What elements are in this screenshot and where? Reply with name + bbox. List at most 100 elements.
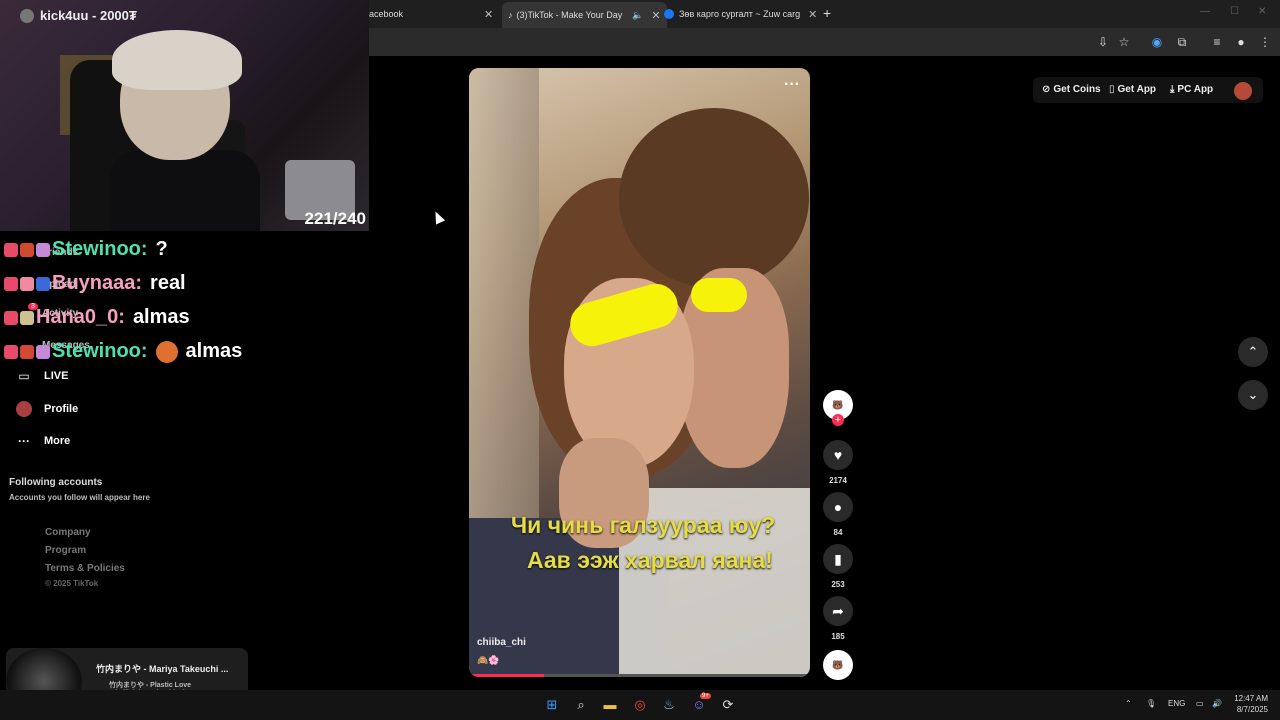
profile-avatar-icon[interactable]: ● <box>1234 35 1248 49</box>
og-badge-icon <box>20 344 34 359</box>
footer-link-terms[interactable]: Terms & Policies <box>45 563 125 574</box>
heart-badge-icon <box>20 276 34 291</box>
sidebar-item-label: Profile <box>44 403 79 415</box>
like-button[interactable]: ♥ <box>823 440 853 470</box>
display-icon[interactable]: ▭ <box>1196 699 1204 708</box>
tab-label: Зөв карго сургалт ~ Zuw carg <box>679 9 801 19</box>
music-disc[interactable]: 🐻 <box>823 650 853 680</box>
sidebar-item-more[interactable]: ··· More <box>14 434 70 448</box>
streamer-name: kick4uu - 2000₮ <box>40 8 137 23</box>
like-count: 2174 <box>829 476 847 485</box>
previous-video-button[interactable]: ⌃ <box>1238 337 1268 367</box>
phone-icon: ▯ <box>1109 84 1115 95</box>
share-button[interactable]: ➦ <box>823 596 853 626</box>
browser-menu-icon[interactable]: ⋮ <box>1258 35 1272 49</box>
chevron-down-icon: ⌄ <box>1247 387 1259 402</box>
close-tab-icon[interactable]: ✕ <box>484 8 493 21</box>
following-empty-text: Accounts you follow will appear here <box>9 493 150 502</box>
clock-time: 12:47 AM <box>1234 694 1268 703</box>
download-icon: ⤓ <box>1170 84 1175 95</box>
windows-start-icon[interactable]: ⊞ <box>543 696 561 714</box>
search-icon[interactable]: ⌕ <box>572 696 590 714</box>
share-icon: ➦ <box>832 603 844 619</box>
video-progress-fill <box>469 674 545 677</box>
censor-bar <box>691 278 747 312</box>
tray-overflow-icon[interactable]: ⌃ <box>1125 699 1132 708</box>
facebook-icon <box>664 9 674 19</box>
tv-icon: ▭ <box>18 369 30 383</box>
install-app-icon[interactable]: ⇩ <box>1096 35 1110 49</box>
language-indicator[interactable]: ENG <box>1168 699 1185 708</box>
kick-logo-icon <box>20 8 34 23</box>
chat-username: Stewinoo: <box>52 238 148 260</box>
chat-message: Stewinoo: almas <box>4 340 242 363</box>
pc-app-button[interactable]: ⤓ PC App <box>1170 84 1213 95</box>
tab-label: acebook <box>369 9 404 19</box>
close-window-icon[interactable]: ✕ <box>1258 6 1266 17</box>
chat-username: Buynaaa: <box>52 272 143 294</box>
file-explorer-icon[interactable]: ▬ <box>601 696 619 714</box>
tab-facebook[interactable]: acebook <box>369 4 403 24</box>
extensions-puzzle-icon[interactable]: ⧉ <box>1175 35 1189 49</box>
bookmark-star-icon[interactable]: ☆ <box>1117 35 1131 49</box>
tab-tiktok[interactable]: ♪ (3)TikTok - Make Your Day 🔈 ✕ <box>502 2 667 28</box>
streamer-label: kick4uu - 2000₮ <box>20 8 137 23</box>
video-more-icon[interactable]: ··· <box>784 76 800 94</box>
video-description-emoji: 🙈🌸 <box>477 655 500 665</box>
speaker-icon[interactable]: 🔈 <box>632 10 643 21</box>
user-avatar[interactable] <box>1234 82 1252 100</box>
sidebar-item-profile[interactable]: Profile <box>14 401 78 417</box>
save-count: 253 <box>831 580 845 589</box>
video-man-hair <box>619 108 809 288</box>
close-tab-icon[interactable]: ✕ <box>808 8 817 21</box>
video-caption-line2: Аав ээж харвал яана! <box>527 547 773 573</box>
chevron-up-icon: ⌃ <box>1247 344 1259 359</box>
comment-icon: ● <box>833 499 843 515</box>
chat-username: Hana0_0: <box>36 306 125 328</box>
chat-message: Stewinoo: ? <box>4 238 168 261</box>
get-app-button[interactable]: ▯ Get App <box>1109 84 1156 95</box>
close-tab-icon[interactable]: ✕ <box>651 9 660 22</box>
video-player[interactable]: Чи чинь галзуураа юу? Аав ээж харвал яан… <box>469 68 810 677</box>
share-count: 185 <box>831 632 845 641</box>
pc-app-label: PC App <box>1177 84 1214 95</box>
tab-zuw-cargo[interactable]: Зөв карго сургалт ~ Zuw carg ✕ <box>664 4 817 24</box>
new-tab-button[interactable]: + <box>823 5 831 21</box>
avatar <box>16 401 32 417</box>
footer-link-company[interactable]: Company <box>45 527 91 538</box>
bookmark-icon: ▮ <box>834 551 842 567</box>
follow-plus-icon[interactable]: + <box>832 414 844 426</box>
app-icon[interactable]: ⟳ <box>719 696 737 714</box>
chat-text: almas <box>132 306 190 328</box>
minimize-icon[interactable]: — <box>1200 6 1210 17</box>
extension-audio-icon[interactable]: ◉ <box>1150 35 1164 49</box>
video-author[interactable]: chiiba_chi <box>477 637 526 648</box>
sub-badge-icon <box>20 310 34 325</box>
og-badge-icon <box>20 242 34 257</box>
comment-button[interactable]: ● <box>823 492 853 522</box>
tab-label: (3)TikTok - Make Your Day <box>516 10 623 20</box>
footer-link-program[interactable]: Program <box>45 545 86 556</box>
get-coins-button[interactable]: ⊘ Get Coins <box>1042 84 1101 95</box>
steam-icon[interactable]: ♨ <box>660 696 678 714</box>
volume-icon[interactable]: 🔊 <box>1212 699 1222 708</box>
ellipsis-icon: ··· <box>18 434 30 448</box>
sidebar-item-live[interactable]: ▭ LIVE <box>14 369 68 383</box>
mouse-cursor <box>430 209 446 225</box>
media-control-icon[interactable]: ≡ <box>1210 35 1224 49</box>
save-button[interactable]: ▮ <box>823 544 853 574</box>
get-coins-label: Get Coins <box>1053 84 1101 95</box>
video-progress-bar[interactable] <box>469 674 810 677</box>
maximize-icon[interactable]: ☐ <box>1230 6 1239 17</box>
tiktok-icon: ♪ <box>508 10 513 20</box>
system-clock[interactable]: 12:47 AM 8/7/2025 <box>1230 693 1268 715</box>
clock-date: 8/7/2025 <box>1236 705 1268 714</box>
sub-badge-icon <box>36 242 50 257</box>
badge-icon <box>4 344 18 359</box>
chrome-icon[interactable]: ◎ <box>631 696 649 714</box>
heart-icon: ♥ <box>833 447 843 463</box>
microphone-icon[interactable]: 🎙 <box>1146 699 1156 708</box>
sidebar-item-label: LIVE <box>44 370 69 382</box>
next-video-button[interactable]: ⌄ <box>1238 380 1268 410</box>
badge-icon <box>4 276 18 291</box>
